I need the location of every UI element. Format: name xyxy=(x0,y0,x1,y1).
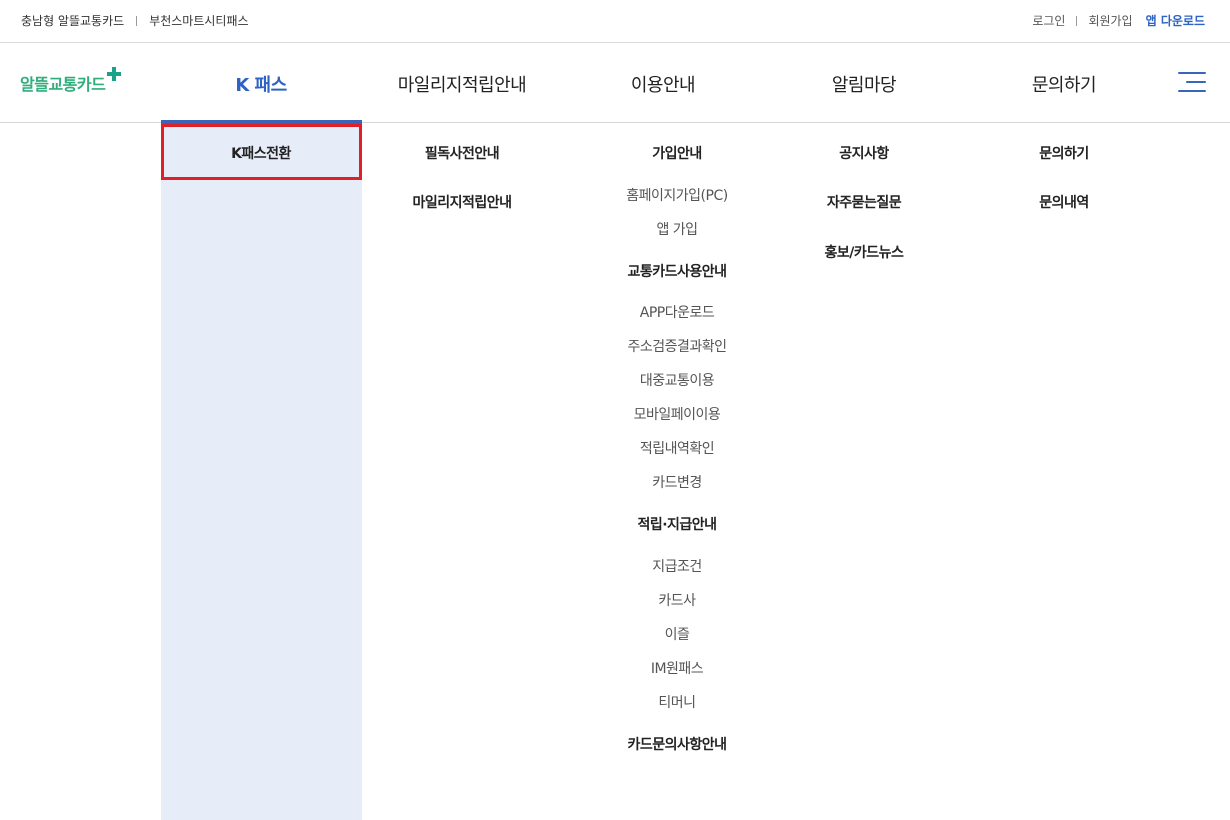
divider xyxy=(1076,15,1078,26)
submenu-earning-history[interactable]: 적립내역확인 xyxy=(577,438,777,458)
divider xyxy=(136,15,138,26)
app-download-link[interactable]: 앱 다운로드 xyxy=(1146,12,1205,29)
gnb-item-usage-guide[interactable]: 이용안내 xyxy=(563,71,763,97)
link-chungnam-card[interactable]: 충남형 알뜰교통카드 xyxy=(21,12,124,29)
gnb-item-kpass[interactable]: K 패스 xyxy=(161,71,361,97)
link-bucheon-pass[interactable]: 부천스마트시티패스 xyxy=(149,12,248,29)
main-navigation: 알뜰교통카드 K 패스 마일리지적립안내 이용안내 알림마당 문의하기 xyxy=(0,43,1230,123)
login-link[interactable]: 로그인 xyxy=(1032,12,1065,29)
submenu-payout-conditions[interactable]: 지급조건 xyxy=(577,556,777,576)
submenu-promo-news[interactable]: 홍보/카드뉴스 xyxy=(764,242,964,262)
hamburger-menu-icon[interactable] xyxy=(1176,72,1206,94)
submenu-join-guide[interactable]: 가입안내 xyxy=(577,143,777,163)
submenu-tmoney[interactable]: 티머니 xyxy=(577,692,777,712)
submenu-app-join[interactable]: 앱 가입 xyxy=(577,219,777,239)
submenu-address-check[interactable]: 주소검증결과확인 xyxy=(577,336,777,356)
submenu-public-transit[interactable]: 대중교통이용 xyxy=(577,370,777,390)
submenu-kpass-switch[interactable]: K패스전환 xyxy=(161,143,361,163)
submenu-web-join[interactable]: 홈페이지가입(PC) xyxy=(577,185,777,205)
signup-link[interactable]: 회원가입 xyxy=(1088,12,1132,29)
submenu-card-companies[interactable]: 카드사 xyxy=(577,590,777,610)
gnb-item-notice[interactable]: 알림마당 xyxy=(764,71,964,97)
submenu-card-change[interactable]: 카드변경 xyxy=(577,472,777,492)
top-utility-bar: 충남형 알뜰교통카드 부천스마트시티패스 로그인 회원가입 앱 다운로드 xyxy=(0,0,1230,43)
submenu-faq[interactable]: 자주묻는질문 xyxy=(764,192,964,212)
submenu-payout-guide[interactable]: 적립·지급안내 xyxy=(577,514,777,534)
gnb-item-inquiry[interactable]: 문의하기 xyxy=(964,71,1164,97)
partner-links: 충남형 알뜰교통카드 부천스마트시티패스 xyxy=(21,12,249,29)
submenu-required-notice[interactable]: 필독사전안내 xyxy=(362,143,562,163)
plus-icon xyxy=(106,66,122,82)
submenu-ezl[interactable]: 이즐 xyxy=(577,624,777,644)
site-logo[interactable]: 알뜰교통카드 xyxy=(20,67,122,95)
active-column-background xyxy=(161,124,362,820)
account-links: 로그인 회원가입 앱 다운로드 xyxy=(1032,12,1205,29)
submenu-inquiry[interactable]: 문의하기 xyxy=(964,143,1164,163)
submenu-app-download[interactable]: APP다운로드 xyxy=(577,302,777,322)
submenu-card-usage[interactable]: 교통카드사용안내 xyxy=(577,261,777,281)
logo-text: 알뜰교통카드 xyxy=(20,75,106,94)
gnb-item-mileage[interactable]: 마일리지적립안내 xyxy=(362,71,562,97)
submenu-im-onepass[interactable]: IM원패스 xyxy=(577,658,777,678)
submenu-mileage-guide[interactable]: 마일리지적립안내 xyxy=(362,192,562,212)
submenu-mobile-pay[interactable]: 모바일페이이용 xyxy=(577,404,777,424)
submenu-notices[interactable]: 공지사항 xyxy=(764,143,964,163)
submenu-inquiry-history[interactable]: 문의내역 xyxy=(964,192,1164,212)
submenu-card-inquiry-guide[interactable]: 카드문의사항안내 xyxy=(577,734,777,754)
